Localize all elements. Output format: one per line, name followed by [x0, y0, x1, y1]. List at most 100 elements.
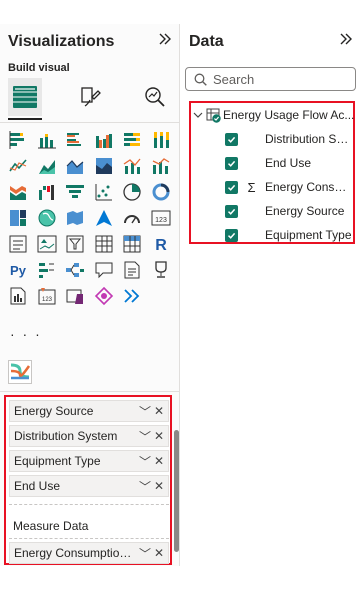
well-drop-zone[interactable]: [9, 504, 169, 505]
checkbox-checked-icon[interactable]: [225, 204, 238, 218]
paginated-report-icon[interactable]: [8, 286, 28, 306]
field-label: Equipment Type: [265, 228, 352, 242]
field-well-label: Equipment Type: [14, 454, 101, 468]
field-well-label: Distribution System: [14, 429, 118, 443]
more-visuals-button[interactable]: · · ·: [10, 326, 42, 342]
close-icon[interactable]: ✕: [152, 479, 166, 493]
field-well-end-use[interactable]: End Use ﹀ ✕: [9, 475, 169, 497]
visualizations-pane: Visualizations Build visual 123 R Py 123…: [0, 24, 180, 566]
chevron-down-icon[interactable]: ﹀: [138, 428, 152, 445]
wells-scrollbar[interactable]: [174, 430, 179, 552]
chevron-down-icon[interactable]: [193, 110, 203, 120]
stacked-column-chart-icon[interactable]: [37, 130, 57, 150]
clustered-column-chart-icon[interactable]: [94, 130, 114, 150]
r-visual-icon[interactable]: R: [151, 234, 171, 254]
field-well-distribution-system[interactable]: Distribution System ﹀ ✕: [9, 425, 169, 447]
checkbox-checked-icon[interactable]: [225, 228, 238, 242]
kpi-icon[interactable]: [37, 234, 57, 254]
narrative-icon[interactable]: [122, 260, 142, 280]
chevron-down-icon[interactable]: ﹀: [138, 545, 152, 562]
power-apps-icon[interactable]: [65, 286, 85, 306]
chevron-down-icon[interactable]: ﹀: [138, 403, 152, 420]
table-icon[interactable]: [94, 234, 114, 254]
funnel-chart-icon[interactable]: [65, 182, 85, 202]
search-placeholder: Search: [213, 71, 255, 87]
checkbox-checked-icon[interactable]: [225, 132, 238, 146]
checkbox-checked-icon[interactable]: [225, 180, 238, 194]
qa-icon[interactable]: [94, 260, 114, 280]
100-stacked-area-chart-icon[interactable]: [94, 156, 114, 176]
custom-sankey-visual-button[interactable]: [8, 360, 32, 384]
table-build-icon: [13, 86, 37, 108]
map-icon[interactable]: [37, 208, 57, 228]
field-row-equipment-type[interactable]: Equipment Type: [225, 224, 353, 246]
field-row-distribution-system[interactable]: Distribution Sys...: [225, 128, 353, 150]
close-icon[interactable]: ✕: [152, 404, 166, 418]
close-icon[interactable]: ✕: [152, 546, 166, 560]
line-and-stacked-column-icon[interactable]: [122, 156, 142, 176]
data-pane: Data Search Energy Usage Flow Ac... Dist…: [181, 24, 360, 566]
python-visual-icon[interactable]: Py: [8, 260, 28, 280]
clustered-bar-chart-icon[interactable]: [65, 130, 85, 150]
azure-map-icon[interactable]: [94, 208, 114, 228]
collapse-visualizations-button[interactable]: [156, 32, 174, 50]
pie-chart-icon[interactable]: [122, 182, 142, 202]
ribbon-chart-icon[interactable]: [8, 182, 28, 202]
checkbox-checked-icon[interactable]: [225, 156, 238, 170]
field-well-label: End Use: [14, 479, 61, 493]
close-icon[interactable]: ✕: [152, 429, 166, 443]
well-drop-zone[interactable]: [9, 538, 169, 539]
field-label: Energy Source: [265, 204, 345, 218]
sigma-icon: Σ: [247, 179, 256, 195]
filled-map-icon[interactable]: [65, 208, 85, 228]
double-chevron-right-icon: [159, 33, 171, 45]
field-row-end-use[interactable]: End Use: [225, 152, 353, 174]
card-icon[interactable]: 123: [151, 208, 171, 228]
field-well-label: Energy Consumption ...: [14, 546, 138, 560]
goals-icon[interactable]: [151, 260, 171, 280]
stacked-area-chart-icon[interactable]: [65, 156, 85, 176]
decomposition-tree-icon[interactable]: [65, 260, 85, 280]
matrix-icon[interactable]: [122, 234, 142, 254]
sankey-icon: [10, 363, 31, 380]
scorecard-icon[interactable]: 123: [37, 286, 57, 306]
field-row-energy-source[interactable]: Energy Source: [225, 200, 353, 222]
active-tab-indicator: [8, 118, 42, 120]
field-well-equipment-type[interactable]: Equipment Type ﹀ ✕: [9, 450, 169, 472]
chevron-down-icon[interactable]: ﹀: [138, 478, 152, 495]
multi-row-card-icon[interactable]: [8, 234, 28, 254]
measure-data-label: Measure Data: [13, 519, 89, 533]
donut-chart-icon[interactable]: [151, 182, 171, 202]
table-node[interactable]: Energy Usage Flow Ac...: [193, 104, 355, 126]
100-stacked-column-chart-icon[interactable]: [151, 130, 171, 150]
field-row-energy-consumption[interactable]: Σ Energy Consum...: [225, 176, 353, 198]
close-icon[interactable]: ✕: [152, 454, 166, 468]
stacked-bar-chart-icon[interactable]: [8, 130, 28, 150]
waterfall-chart-icon[interactable]: [37, 182, 57, 202]
line-chart-icon[interactable]: [8, 156, 28, 176]
format-visual-tab[interactable]: [73, 78, 107, 116]
svg-text:R: R: [155, 237, 167, 254]
analytics-tab[interactable]: [138, 78, 172, 116]
area-chart-icon[interactable]: [37, 156, 57, 176]
treemap-icon[interactable]: [8, 208, 28, 228]
data-search-input[interactable]: Search: [185, 67, 356, 91]
chevron-down-icon[interactable]: ﹀: [138, 453, 152, 470]
key-influencers-icon[interactable]: [37, 260, 57, 280]
field-wells-highlight: Energy Source ﹀ ✕ Distribution System ﹀ …: [4, 395, 172, 565]
field-well-energy-consumption[interactable]: Energy Consumption ... ﹀ ✕: [9, 542, 169, 564]
field-well-energy-source[interactable]: Energy Source ﹀ ✕: [9, 400, 169, 422]
search-icon: [194, 73, 207, 86]
build-visual-tabs: [0, 78, 180, 122]
gauge-icon[interactable]: [122, 208, 142, 228]
line-and-clustered-column-icon[interactable]: [151, 156, 171, 176]
build-visual-tab[interactable]: [8, 78, 42, 116]
power-automate-icon[interactable]: [94, 286, 114, 306]
slicer-icon[interactable]: [65, 234, 85, 254]
svg-text:Py: Py: [10, 263, 27, 278]
collapse-data-button[interactable]: [337, 32, 355, 50]
smart-narrative-icon[interactable]: [122, 286, 142, 306]
divider: [0, 391, 180, 392]
100-stacked-bar-chart-icon[interactable]: [122, 130, 142, 150]
scatter-chart-icon[interactable]: [94, 182, 114, 202]
